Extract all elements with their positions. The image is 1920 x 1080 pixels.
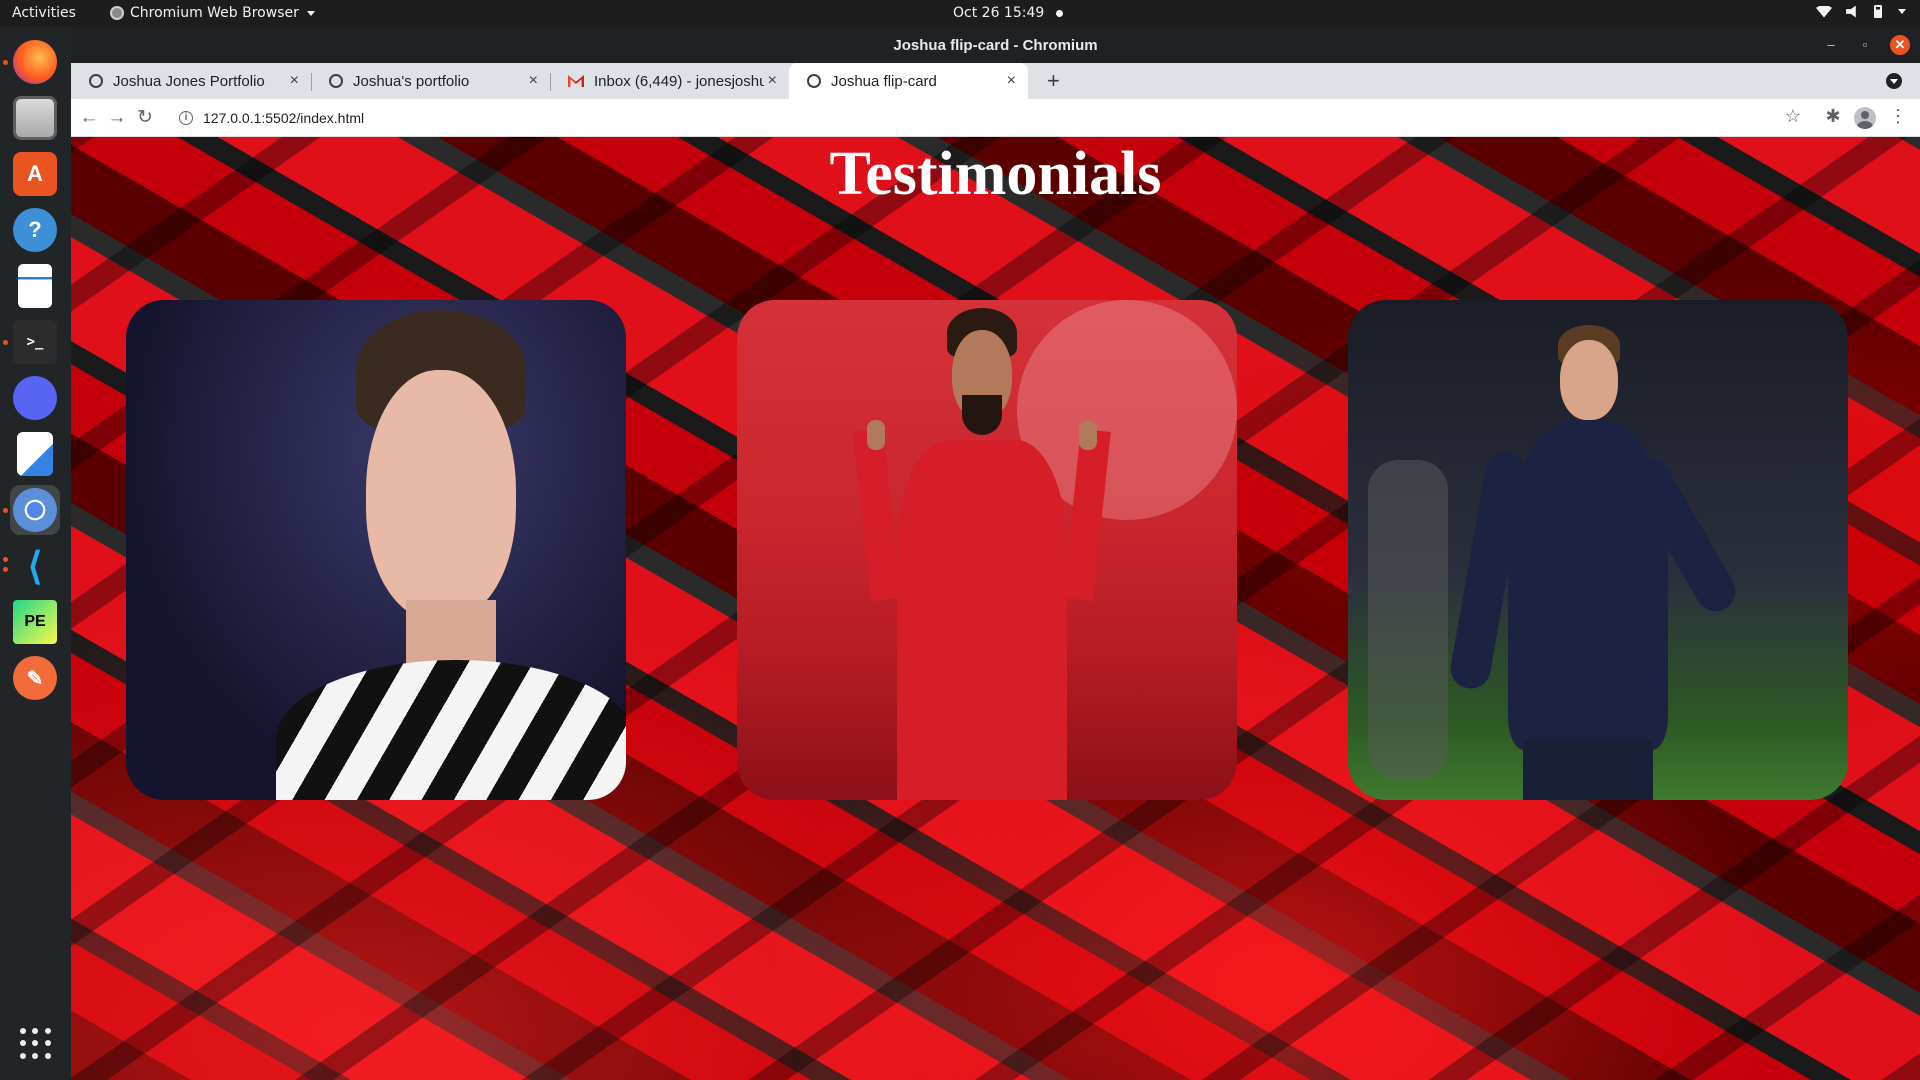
chevron-down-icon — [1898, 9, 1906, 14]
bookmark-star-icon[interactable]: ☆ — [1781, 106, 1805, 127]
terminal-icon: >_ — [13, 320, 57, 364]
gmail-icon — [568, 75, 584, 87]
minimize-icon[interactable]: – — [1822, 36, 1840, 54]
chromium-small-icon — [110, 6, 124, 20]
page-title: Testimonials — [829, 140, 1162, 208]
text-editor-icon — [17, 432, 53, 476]
pycharm-icon: PE — [13, 600, 57, 644]
menu-icon[interactable]: ⋮ — [1886, 106, 1910, 127]
page-viewport: Testimonials — [71, 137, 1920, 1080]
dock-firefox[interactable] — [10, 37, 60, 87]
testimonial-card-2[interactable] — [737, 300, 1237, 800]
profile-avatar-icon[interactable] — [1854, 107, 1876, 129]
system-tray[interactable] — [1816, 5, 1906, 18]
globe-icon — [89, 74, 103, 88]
clock[interactable]: Oct 26 15:49 — [953, 5, 1064, 21]
url-text: 127.0.0.1:5502/index.html — [203, 110, 365, 126]
show-apps-icon[interactable] — [20, 1028, 52, 1060]
system-top-bar: Activities Chromium Web Browser Oct 26 1… — [0, 0, 1920, 27]
player-photo-3 — [1348, 300, 1848, 800]
dock-terminal[interactable]: >_ — [10, 317, 60, 367]
globe-icon — [329, 74, 343, 88]
running-indicator — [3, 340, 8, 345]
dock-pycharm[interactable]: PE — [10, 597, 60, 647]
volume-icon — [1846, 5, 1856, 18]
window-title: Joshua flip-card - Chromium — [893, 36, 1098, 54]
tab-title: Inbox (6,449) - jonesjoshu — [594, 72, 764, 90]
app-menu[interactable]: Chromium Web Browser — [110, 5, 315, 21]
dock-writer[interactable] — [10, 261, 60, 311]
testimonial-card-3[interactable] — [1348, 300, 1848, 800]
new-tab-button[interactable]: + — [1047, 68, 1060, 94]
browser-window: Joshua flip-card - Chromium – ▫ ✕ Joshua… — [71, 27, 1920, 1080]
tab-search-icon[interactable] — [1886, 73, 1902, 89]
dock-discord[interactable] — [10, 373, 60, 423]
dock: A ? >_ ⟨ PE ✎ — [0, 27, 71, 1080]
running-indicator — [3, 557, 8, 562]
wifi-icon — [1816, 5, 1832, 18]
writer-icon — [18, 264, 52, 308]
dock-software[interactable]: A — [10, 149, 60, 199]
software-icon: A — [13, 152, 57, 196]
tab-portfolio[interactable]: Joshua Jones Portfolio × — [71, 63, 311, 99]
browser-toolbar: ← → ↻ i 127.0.0.1:5502/index.html ☆ ✱ ⋮ — [71, 99, 1920, 137]
firefox-icon — [13, 40, 57, 84]
reload-icon[interactable]: ↻ — [133, 106, 157, 130]
tab-strip: Joshua Jones Portfolio × Joshua's portfo… — [71, 63, 1920, 99]
maximize-icon[interactable]: ▫ — [1856, 36, 1874, 54]
window-titlebar[interactable]: Joshua flip-card - Chromium – ▫ ✕ — [71, 27, 1920, 63]
dock-text-editor[interactable] — [10, 429, 60, 479]
app-menu-label: Chromium Web Browser — [130, 5, 299, 21]
player-photo-2 — [737, 300, 1237, 800]
tab-inbox[interactable]: Inbox (6,449) - jonesjoshu × — [550, 63, 789, 99]
running-indicator — [3, 567, 8, 572]
help-icon: ? — [13, 208, 57, 252]
forward-icon[interactable]: → — [105, 106, 129, 130]
tab-joshuas-portfolio[interactable]: Joshua's portfolio × — [311, 63, 550, 99]
tab-flip-card[interactable]: Joshua flip-card × — [789, 63, 1028, 99]
pen-icon: ✎ — [13, 656, 57, 700]
close-tab-icon[interactable]: × — [290, 72, 299, 90]
player-photo-1 — [126, 300, 626, 800]
dock-files[interactable] — [10, 93, 60, 143]
window-controls: – ▫ ✕ — [1822, 35, 1910, 55]
tab-title: Joshua flip-card — [831, 72, 937, 90]
close-tab-icon[interactable]: × — [1007, 72, 1016, 90]
close-tab-icon[interactable]: × — [768, 72, 777, 90]
dock-vscode[interactable]: ⟨ — [10, 541, 60, 591]
close-window-icon[interactable]: ✕ — [1890, 35, 1910, 55]
close-tab-icon[interactable]: × — [529, 72, 538, 90]
chevron-down-icon — [306, 10, 315, 16]
testimonial-card-1[interactable] — [126, 300, 626, 800]
address-bar[interactable]: i 127.0.0.1:5502/index.html — [179, 103, 1839, 133]
dock-help[interactable]: ? — [10, 205, 60, 255]
discord-icon — [13, 376, 57, 420]
files-icon — [13, 96, 57, 140]
running-indicator — [3, 60, 8, 65]
dock-pen[interactable]: ✎ — [10, 653, 60, 703]
running-indicator — [3, 508, 8, 513]
extensions-icon[interactable]: ✱ — [1821, 106, 1845, 127]
site-info-icon[interactable]: i — [179, 111, 193, 125]
vscode-icon: ⟨ — [27, 545, 43, 588]
globe-icon — [807, 74, 821, 88]
chromium-icon — [13, 488, 57, 532]
notification-dot-icon — [1056, 9, 1064, 17]
tab-title: Joshua Jones Portfolio — [113, 72, 265, 90]
dock-chromium[interactable] — [10, 485, 60, 535]
activities-button[interactable]: Activities — [12, 5, 76, 21]
back-icon[interactable]: ← — [77, 106, 101, 130]
tab-title: Joshua's portfolio — [353, 72, 470, 90]
clock-label: Oct 26 15:49 — [953, 5, 1045, 21]
battery-icon — [1874, 5, 1882, 18]
